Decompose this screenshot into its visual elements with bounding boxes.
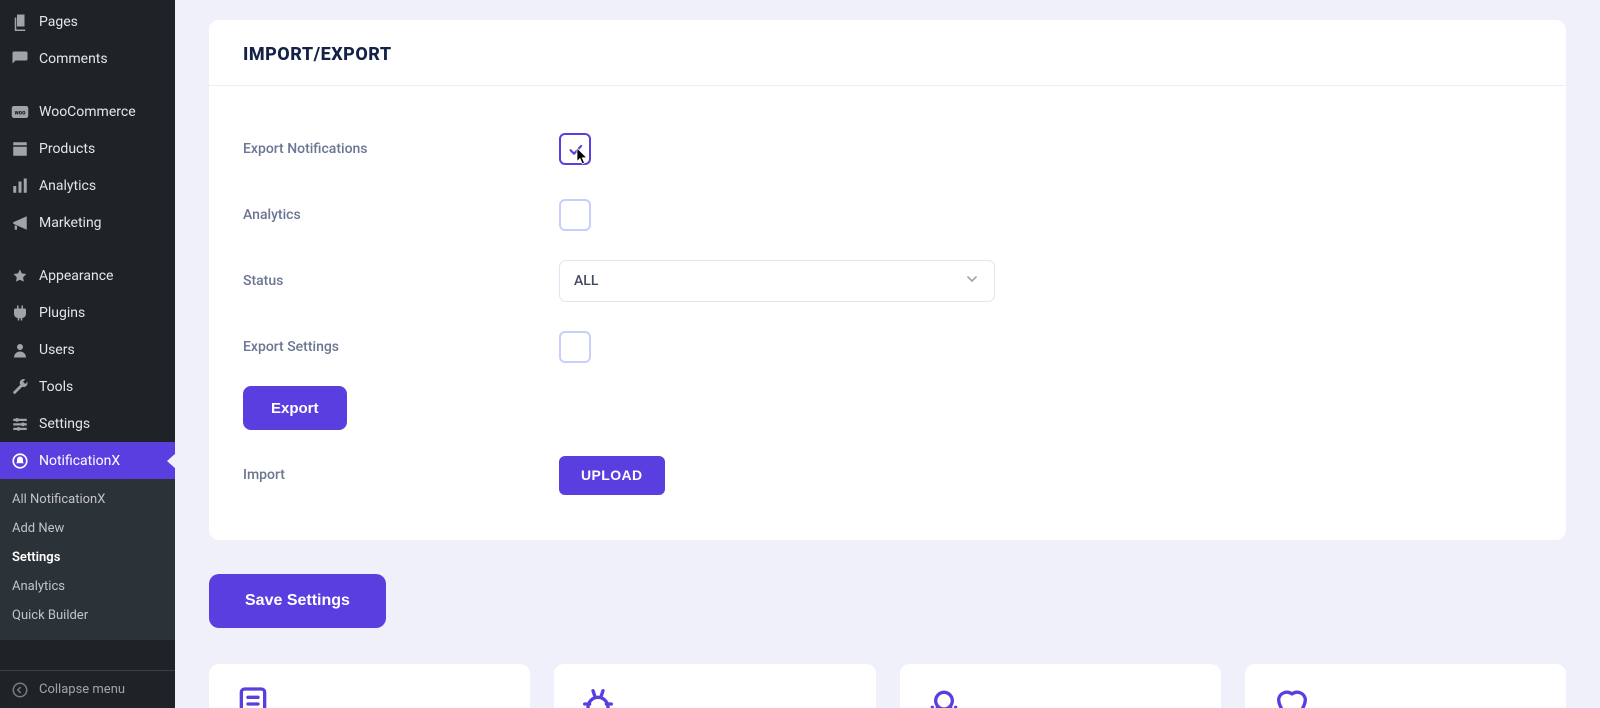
label-export-notifications: Export Notifications xyxy=(243,141,559,157)
sidebar-item-settings[interactable]: Settings xyxy=(0,405,175,442)
submenu-item-all-notificationx[interactable]: All NotificationX xyxy=(0,485,175,514)
sidebar-item-analytics[interactable]: Analytics xyxy=(0,167,175,204)
panel-title: IMPORT/EXPORT xyxy=(243,44,1532,65)
wp-admin-sidebar: Pages Comments woo WooCommerce Products xyxy=(0,0,175,708)
upload-button[interactable]: UPLOAD xyxy=(559,456,665,495)
export-button[interactable]: Export xyxy=(243,386,347,430)
sidebar-item-label: Appearance xyxy=(39,268,113,284)
support-icon xyxy=(924,684,964,708)
appearance-icon xyxy=(10,266,30,286)
info-card-4[interactable] xyxy=(1245,664,1566,708)
label-analytics: Analytics xyxy=(243,207,559,223)
select-status[interactable]: ALL xyxy=(559,260,995,302)
info-card-3[interactable] xyxy=(900,664,1221,708)
collapse-menu-button[interactable]: Collapse menu xyxy=(0,670,175,708)
document-icon xyxy=(233,684,273,708)
label-export-settings: Export Settings xyxy=(243,339,559,355)
info-card-2[interactable] xyxy=(554,664,875,708)
analytics-icon xyxy=(10,176,30,196)
checkbox-export-settings[interactable] xyxy=(559,331,591,363)
users-icon xyxy=(10,340,30,360)
row-import: Import UPLOAD xyxy=(243,442,1532,508)
sidebar-item-label: Analytics xyxy=(39,178,96,194)
plugins-icon xyxy=(10,303,30,323)
info-cards xyxy=(209,664,1566,708)
settings-icon xyxy=(10,414,30,434)
sidebar-item-plugins[interactable]: Plugins xyxy=(0,294,175,331)
chevron-down-icon xyxy=(964,271,980,291)
row-analytics: Analytics xyxy=(243,182,1532,248)
collapse-icon xyxy=(10,680,30,700)
sidebar-item-products[interactable]: Products xyxy=(0,130,175,167)
info-card-1[interactable] xyxy=(209,664,530,708)
sidebar-item-label: Comments xyxy=(39,51,108,67)
woocommerce-icon: woo xyxy=(10,102,30,122)
import-export-panel: IMPORT/EXPORT Export Notifications Analy… xyxy=(209,20,1566,540)
sidebar-item-marketing[interactable]: Marketing xyxy=(0,204,175,241)
active-arrow-icon xyxy=(167,453,176,469)
sidebar-item-label: Plugins xyxy=(39,305,85,321)
submenu-item-settings[interactable]: Settings xyxy=(0,543,175,572)
sidebar-item-tools[interactable]: Tools xyxy=(0,368,175,405)
sidebar-item-label: NotificationX xyxy=(39,453,120,469)
sidebar-item-comments[interactable]: Comments xyxy=(0,40,175,77)
panel-header: IMPORT/EXPORT xyxy=(209,20,1566,86)
sidebar-item-label: Pages xyxy=(39,14,78,30)
pages-icon xyxy=(10,12,30,32)
import-export-form: Export Notifications Analytics xyxy=(209,86,1566,508)
sidebar-item-notificationx[interactable]: NotificationX xyxy=(0,442,175,479)
bug-icon xyxy=(578,684,618,708)
submenu-item-analytics[interactable]: Analytics xyxy=(0,572,175,601)
main-content: IMPORT/EXPORT Export Notifications Analy… xyxy=(175,0,1600,708)
tools-icon xyxy=(10,377,30,397)
row-export-settings: Export Settings xyxy=(243,314,1532,380)
notificationx-submenu: All NotificationX Add New Settings Analy… xyxy=(0,479,175,640)
sidebar-item-label: Settings xyxy=(39,416,90,432)
comments-icon xyxy=(10,49,30,69)
sidebar-item-pages[interactable]: Pages xyxy=(0,3,175,40)
row-export-notifications: Export Notifications xyxy=(243,116,1532,182)
submenu-item-quick-builder[interactable]: Quick Builder xyxy=(0,601,175,630)
submenu-item-add-new[interactable]: Add New xyxy=(0,514,175,543)
label-import: Import xyxy=(243,467,559,483)
sidebar-item-label: Marketing xyxy=(39,215,102,231)
notificationx-icon xyxy=(10,451,30,471)
save-settings-button[interactable]: Save Settings xyxy=(209,574,386,628)
collapse-menu-label: Collapse menu xyxy=(39,682,125,697)
checkbox-export-notifications[interactable] xyxy=(559,133,591,165)
sidebar-item-appearance[interactable]: Appearance xyxy=(0,257,175,294)
sidebar-item-label: Users xyxy=(39,342,75,358)
marketing-icon xyxy=(10,213,30,233)
heart-icon xyxy=(1269,684,1315,708)
label-status: Status xyxy=(243,273,559,289)
row-status: Status ALL xyxy=(243,248,1532,314)
checkbox-analytics[interactable] xyxy=(559,199,591,231)
sidebar-item-label: WooCommerce xyxy=(39,104,136,120)
sidebar-item-label: Tools xyxy=(39,379,73,395)
products-icon xyxy=(10,139,30,159)
svg-text:woo: woo xyxy=(14,109,26,116)
sidebar-item-users[interactable]: Users xyxy=(0,331,175,368)
select-status-value: ALL xyxy=(574,273,598,289)
sidebar-item-label: Products xyxy=(39,141,95,157)
sidebar-item-woocommerce[interactable]: woo WooCommerce xyxy=(0,93,175,130)
